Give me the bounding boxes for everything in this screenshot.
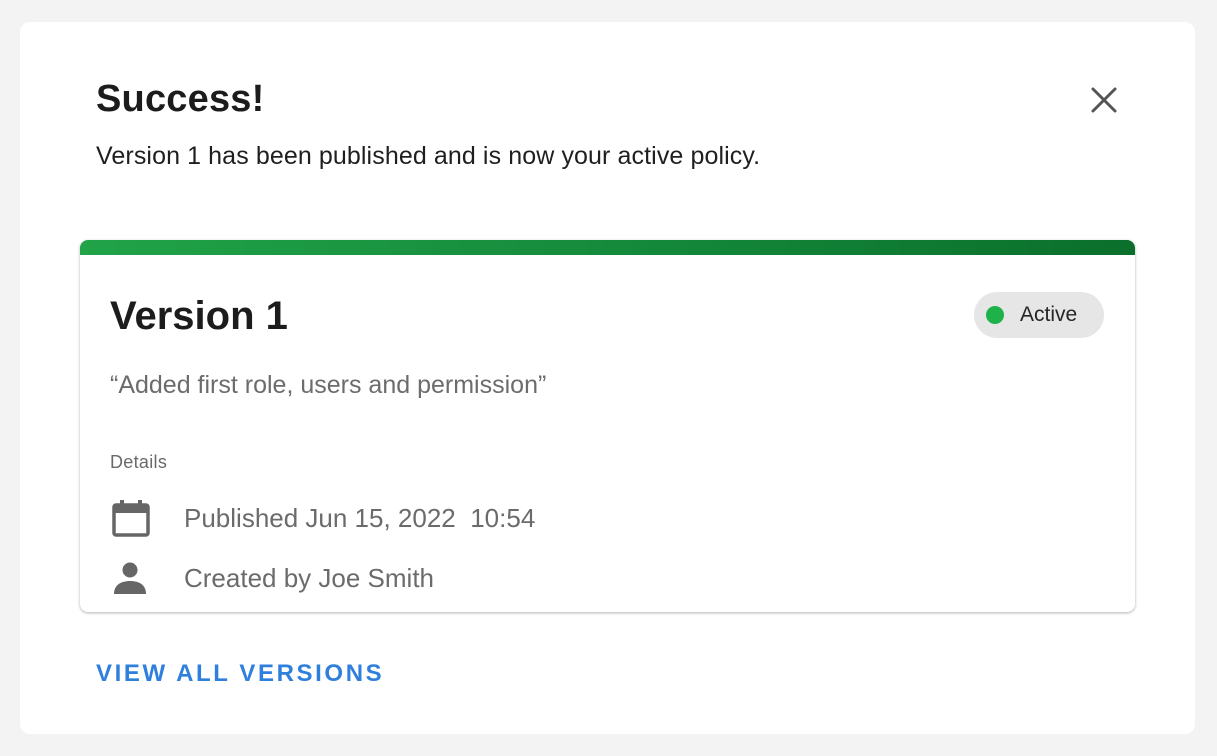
published-text: Published Jun 15, 2022 10:54 [184,502,536,533]
close-button[interactable] [1084,80,1124,120]
status-badge: Active [974,292,1104,338]
person-icon [110,558,154,598]
created-row: Created by Joe Smith [110,558,434,598]
close-icon [1091,87,1117,113]
created-text: Created by Joe Smith [184,562,435,593]
published-row: Published Jun 15, 2022 10:54 [110,498,535,538]
success-dialog: Success! Version 1 has been published an… [20,22,1195,734]
version-description: “Added first role, users and permission” [110,371,547,399]
status-dot-icon [986,306,1004,324]
calendar-icon [110,498,154,538]
dialog-title: Success! [96,78,265,120]
status-label: Active [1020,303,1078,326]
details-label: Details [110,452,168,472]
window-frame: Success! Version 1 has been published an… [0,0,1217,756]
view-all-versions-link[interactable]: VIEW ALL VERSIONS [96,660,384,688]
dialog-message: Version 1 has been published and is now … [96,142,761,170]
version-card: Version 1 Active “Added first role, user… [80,240,1135,612]
version-title: Version 1 [110,294,288,338]
card-accent-bar [80,240,1135,255]
